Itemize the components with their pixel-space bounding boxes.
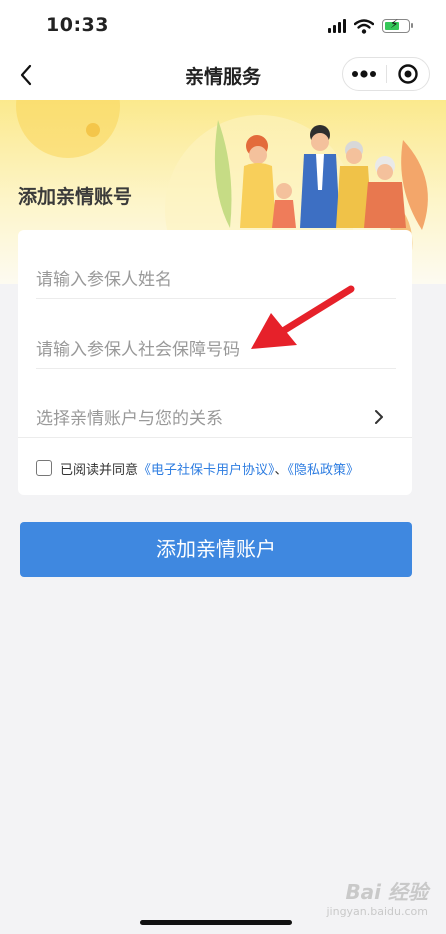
target-close-icon bbox=[398, 64, 418, 84]
nav-bar: 亲情服务 bbox=[0, 50, 446, 100]
wifi-icon bbox=[354, 18, 374, 34]
status-icons: ⚡ bbox=[328, 17, 413, 35]
watermark: Bai 经验 jingyan.baidu.com bbox=[326, 876, 428, 918]
signal-icon bbox=[328, 19, 346, 33]
close-miniapp-button[interactable] bbox=[387, 58, 430, 90]
watermark-url: jingyan.baidu.com bbox=[326, 905, 428, 918]
agreement-checkbox[interactable] bbox=[36, 460, 52, 476]
agreement-prefix: 已阅读并同意 bbox=[60, 463, 139, 478]
banner-title: 添加亲情账号 bbox=[18, 186, 133, 208]
divider bbox=[36, 368, 396, 369]
home-indicator bbox=[140, 920, 292, 925]
add-family-account-button[interactable]: 添加亲情账户 bbox=[20, 522, 412, 577]
agreement-separator: 、 bbox=[274, 463, 288, 478]
miniapp-capsule bbox=[342, 57, 430, 91]
status-bar: 10:33 ⚡ bbox=[0, 0, 446, 50]
chevron-right-icon bbox=[375, 410, 383, 424]
watermark-brand: Bai 经验 bbox=[345, 880, 428, 904]
relationship-select[interactable]: 选择亲情账户与您的关系 bbox=[36, 404, 396, 429]
agreement-text: 已阅读并同意《电子社保卡用户协议》、《隐私政策》 bbox=[60, 459, 359, 478]
red-arrow-annotation bbox=[251, 285, 355, 349]
privacy-policy-link[interactable]: 《隐私政策》 bbox=[288, 463, 360, 478]
battery-icon: ⚡ bbox=[382, 17, 413, 33]
form-card: 请输入参保人姓名 请输入参保人社会保障号码 选择亲情账户与您的关系 已阅读并同意… bbox=[18, 230, 412, 495]
divider bbox=[18, 437, 412, 438]
more-dots-icon bbox=[352, 70, 377, 78]
status-time: 10:33 bbox=[46, 14, 109, 36]
more-button[interactable] bbox=[343, 58, 386, 90]
user-agreement-link[interactable]: 《电子社保卡用户协议》 bbox=[138, 463, 275, 478]
